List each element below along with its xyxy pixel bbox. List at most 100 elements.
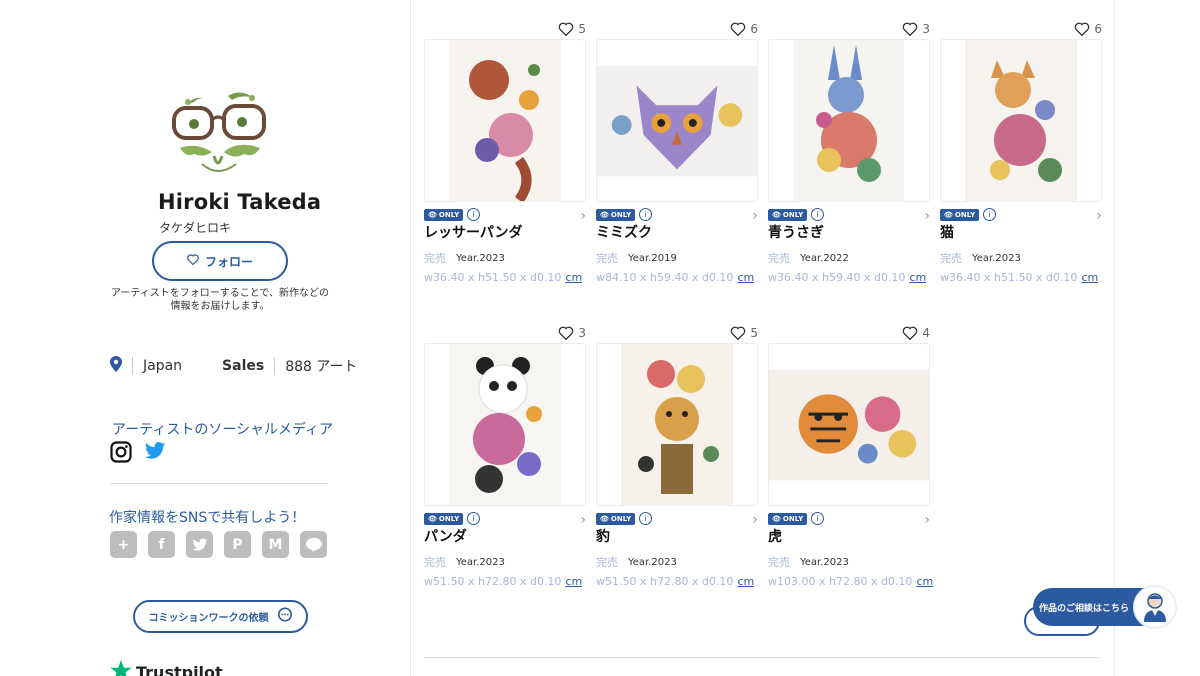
unit-toggle[interactable]: cm <box>916 575 933 588</box>
artwork-meta: 完売 Year.2019 <box>596 250 677 266</box>
info-icon[interactable]: i <box>639 512 653 525</box>
chevron-right-icon[interactable]: › <box>580 512 586 528</box>
like-button[interactable]: 6 <box>1074 22 1102 36</box>
artwork-image[interactable] <box>940 39 1102 202</box>
like-button[interactable]: 4 <box>902 326 930 340</box>
info-icon[interactable]: i <box>467 208 481 221</box>
artwork-year: Year.2022 <box>800 252 849 264</box>
badges: 👁 ONLY i <box>424 512 481 525</box>
status-sold: 完売 <box>940 252 962 265</box>
artwork-title[interactable]: レッサーパンダ <box>424 222 523 242</box>
commission-request-button[interactable]: コミッションワークの依頼 <box>133 600 308 633</box>
unit-toggle[interactable]: cm <box>737 271 754 284</box>
trustpilot-label: Trustpilot <box>136 662 223 676</box>
artwork-title[interactable]: 豹 <box>596 526 610 546</box>
artist-sidebar: Hiroki Takeda タケダヒロキ フォロー アーティストをフォローするこ… <box>0 0 410 676</box>
info-icon[interactable]: i <box>811 512 825 525</box>
chevron-right-icon[interactable]: › <box>752 512 758 528</box>
pinterest-icon[interactable]: P <box>224 531 251 558</box>
info-icon[interactable]: i <box>811 208 825 221</box>
status-sold: 完売 <box>768 556 790 569</box>
trustpilot-widget[interactable]: Trustpilot <box>110 660 223 676</box>
like-button[interactable]: 3 <box>558 326 586 340</box>
artwork-title[interactable]: 虎 <box>768 526 782 546</box>
share-buttons: + f P M <box>110 531 327 558</box>
unit-toggle[interactable]: cm <box>737 575 754 588</box>
chevron-right-icon[interactable]: › <box>924 512 930 528</box>
like-button[interactable]: 5 <box>558 22 586 36</box>
artwork-title[interactable]: 猫 <box>940 222 954 242</box>
heart-icon <box>559 326 574 340</box>
only-badge: 👁 ONLY <box>596 208 636 221</box>
artwork-image[interactable] <box>768 343 930 506</box>
support-avatar-icon[interactable] <box>1133 585 1177 629</box>
plus-icon[interactable]: + <box>110 531 137 558</box>
sidebar-divider <box>110 483 328 484</box>
content-divider <box>424 657 1100 658</box>
share-title: 作家情報をSNSで共有しよう！ <box>109 510 306 526</box>
artwork-title[interactable]: パンダ <box>424 526 467 546</box>
artwork-title[interactable]: 青うさぎ <box>768 222 824 242</box>
artwork-year: Year.2023 <box>800 556 849 568</box>
chevron-right-icon[interactable]: › <box>580 208 586 224</box>
info-icon[interactable]: i <box>983 208 997 221</box>
twitter-icon[interactable] <box>186 531 213 558</box>
unit-toggle[interactable]: cm <box>909 271 926 284</box>
only-badge: 👁 ONLY <box>768 208 808 221</box>
status-sold: 完売 <box>768 252 790 265</box>
location-value: Japan <box>143 358 183 374</box>
artwork-year: Year.2023 <box>628 556 677 568</box>
like-count: 3 <box>578 326 586 340</box>
artwork-dimensions: w36.40 x h59.40 x d0.10 cm <box>768 271 927 284</box>
artwork-dimensions: w51.50 x h72.80 x d0.10 cm <box>596 575 755 588</box>
like-count: 6 <box>1094 22 1102 36</box>
twitter-icon[interactable] <box>144 441 166 467</box>
instagram-icon[interactable] <box>110 441 132 467</box>
badges: 👁 ONLY i <box>768 208 825 221</box>
status-sold: 完売 <box>596 252 618 265</box>
follow-button[interactable]: フォロー <box>152 241 288 281</box>
separator <box>274 357 276 375</box>
eye-icon: 👁 <box>600 514 609 523</box>
status-sold: 完売 <box>596 556 618 569</box>
artwork-meta: 完売 Year.2023 <box>596 554 677 570</box>
facebook-icon[interactable]: f <box>148 531 175 558</box>
heart-icon <box>731 326 746 340</box>
sidebar-border <box>410 0 411 676</box>
artwork-dimensions: w36.40 x h51.50 x d0.10 cm <box>940 271 1099 284</box>
unit-toggle[interactable]: cm <box>565 575 582 588</box>
gmail-icon[interactable]: M <box>262 531 289 558</box>
info-icon[interactable]: i <box>467 512 481 525</box>
only-badge: 👁 ONLY <box>768 512 808 525</box>
heart-icon <box>903 326 918 340</box>
chevron-right-icon[interactable]: › <box>1096 208 1102 224</box>
commission-label: コミッションワークの依頼 <box>148 613 269 624</box>
artwork-image[interactable] <box>424 39 586 202</box>
artwork-image[interactable] <box>596 39 758 202</box>
badges: 👁 ONLY i <box>424 208 481 221</box>
info-icon[interactable]: i <box>639 208 653 221</box>
follow-label: フォロー <box>204 254 253 269</box>
chevron-right-icon[interactable]: › <box>924 208 930 224</box>
unit-toggle[interactable]: cm <box>1081 271 1098 284</box>
artwork-image[interactable] <box>424 343 586 506</box>
heart-icon <box>903 22 918 36</box>
sales-value: 888 アート <box>285 359 358 375</box>
like-button[interactable]: 6 <box>730 22 758 36</box>
artwork-dimensions: w84.10 x h59.40 x d0.10 cm <box>596 271 755 284</box>
unit-toggle[interactable]: cm <box>565 271 582 284</box>
heart-icon <box>1075 22 1090 36</box>
badges: 👁 ONLY i <box>940 208 997 221</box>
artwork-image[interactable] <box>768 39 930 202</box>
like-button[interactable]: 5 <box>730 326 758 340</box>
eye-icon: 👁 <box>944 210 953 219</box>
artwork-dimensions: w51.50 x h72.80 x d0.10 cm <box>424 575 583 588</box>
artwork-year: Year.2019 <box>628 252 677 264</box>
only-badge: 👁 ONLY <box>424 512 464 525</box>
line-icon[interactable] <box>300 531 327 558</box>
artwork-title[interactable]: ミミズク <box>596 222 652 242</box>
chevron-right-icon[interactable]: › <box>752 208 758 224</box>
like-button[interactable]: 3 <box>902 22 930 36</box>
like-count: 5 <box>750 326 758 340</box>
artwork-image[interactable] <box>596 343 758 506</box>
